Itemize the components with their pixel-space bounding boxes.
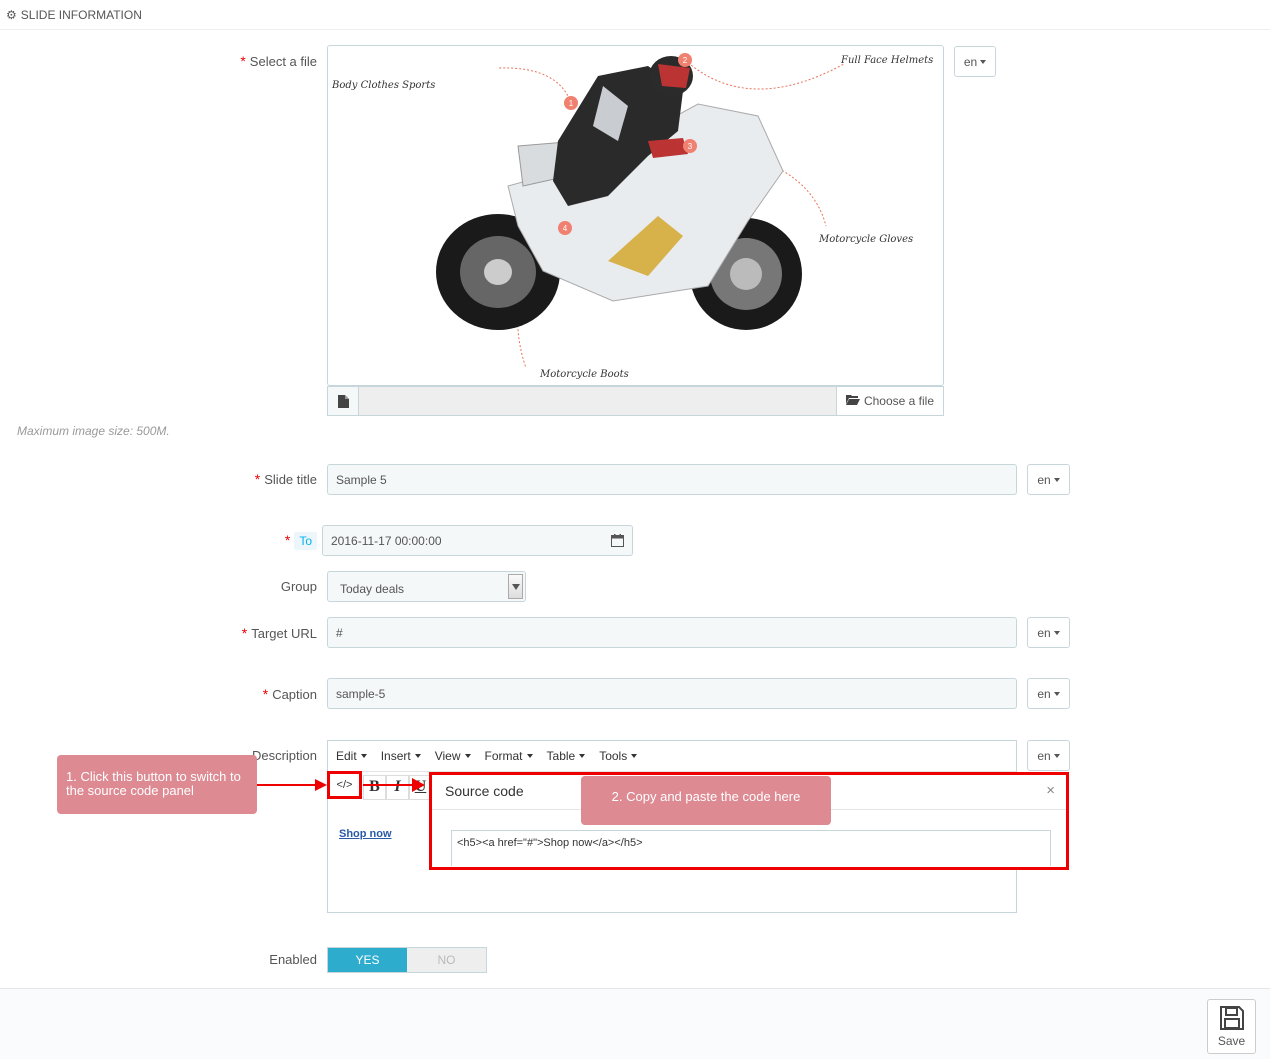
marker-4: 4 bbox=[563, 224, 568, 233]
caption-label: * Caption bbox=[262, 686, 317, 702]
panel-heading: ⚙ SLIDE INFORMATION bbox=[0, 0, 1270, 30]
menu-table[interactable]: Table bbox=[547, 749, 586, 763]
callout-step2: 2. Copy and paste the code here bbox=[581, 776, 831, 825]
enabled-toggle[interactable]: YES NO bbox=[327, 947, 487, 973]
lang-select-image[interactable]: en bbox=[954, 46, 996, 77]
annotation-body-clothes: Body Clothes Sports bbox=[332, 80, 436, 91]
motorcycle-image: 1 2 3 4 bbox=[436, 53, 845, 369]
marker-2: 2 bbox=[683, 56, 688, 65]
cogs-icon: ⚙ bbox=[6, 7, 17, 22]
group-select[interactable]: Today deals bbox=[327, 571, 526, 602]
caption-input[interactable]: sample-5 bbox=[327, 678, 1017, 709]
lang-select-title[interactable]: en bbox=[1027, 464, 1070, 495]
annotation-boots: Motorcycle Boots bbox=[540, 369, 629, 380]
menu-tools[interactable]: Tools bbox=[599, 749, 638, 763]
panel-title: SLIDE INFORMATION bbox=[20, 7, 142, 22]
save-button[interactable]: Save bbox=[1207, 999, 1256, 1054]
choose-file-button[interactable]: Choose a file bbox=[836, 387, 943, 415]
caret-icon bbox=[1053, 753, 1060, 758]
folder-open-icon bbox=[845, 394, 860, 408]
save-icon bbox=[1219, 1006, 1244, 1030]
shop-now-link[interactable]: Shop now bbox=[339, 828, 392, 840]
calendar-button[interactable] bbox=[603, 525, 633, 556]
editor-menubar: Edit Insert View Format Table Tools bbox=[328, 741, 1016, 772]
menu-view[interactable]: View bbox=[435, 749, 471, 763]
lang-select-description[interactable]: en bbox=[1027, 740, 1070, 771]
to-date-input[interactable]: 2016-11-17 00:00:00 bbox=[322, 525, 604, 556]
file-path-field[interactable] bbox=[359, 387, 836, 415]
max-size-hint: Maximum image size: 500M. bbox=[17, 424, 170, 438]
close-icon[interactable]: × bbox=[1046, 782, 1055, 799]
group-label: Group bbox=[280, 579, 317, 594]
marker-3: 3 bbox=[688, 142, 693, 151]
chevron-down-icon bbox=[508, 574, 523, 599]
lang-select-caption[interactable]: en bbox=[1027, 678, 1070, 709]
target-url-input[interactable]: # bbox=[327, 617, 1017, 648]
select-file-label: * Select a file bbox=[240, 53, 317, 69]
menu-insert[interactable]: Insert bbox=[381, 749, 421, 763]
file-input-bar: Choose a file bbox=[327, 386, 944, 416]
slide-title-label: * Slide title bbox=[254, 471, 317, 487]
to-label: * To bbox=[200, 532, 317, 550]
callout-step1: 1. Click this button to switch to the so… bbox=[57, 755, 257, 814]
menu-format[interactable]: Format bbox=[485, 749, 533, 763]
caret-icon bbox=[1053, 630, 1060, 635]
enabled-label: Enabled bbox=[269, 952, 317, 967]
lang-select-url[interactable]: en bbox=[1027, 617, 1070, 648]
annotation-gloves: Motorcycle Gloves bbox=[819, 234, 914, 245]
source-code-textarea[interactable]: <h5><a href="#">Shop now</a></h5> bbox=[451, 830, 1051, 866]
source-code-title: Source code bbox=[445, 783, 524, 799]
caret-icon bbox=[1053, 691, 1060, 696]
annotation-helmets: Full Face Helmets bbox=[841, 55, 934, 66]
toggle-no[interactable]: NO bbox=[407, 948, 486, 972]
caret-icon bbox=[1053, 477, 1060, 482]
target-url-label: * Target URL bbox=[241, 625, 317, 641]
arrow-annotations bbox=[257, 778, 425, 792]
marker-1: 1 bbox=[569, 99, 574, 108]
calendar-icon bbox=[611, 534, 624, 547]
menu-edit[interactable]: Edit bbox=[336, 749, 367, 763]
slide-title-input[interactable]: Sample 5 bbox=[327, 464, 1017, 495]
slide-image-preview: 1 2 3 4 Body Clothes Sports Full Face He… bbox=[327, 45, 944, 386]
toggle-yes[interactable]: YES bbox=[328, 948, 407, 972]
file-icon bbox=[328, 387, 359, 415]
caret-icon bbox=[980, 59, 987, 64]
panel-footer bbox=[0, 988, 1270, 1059]
